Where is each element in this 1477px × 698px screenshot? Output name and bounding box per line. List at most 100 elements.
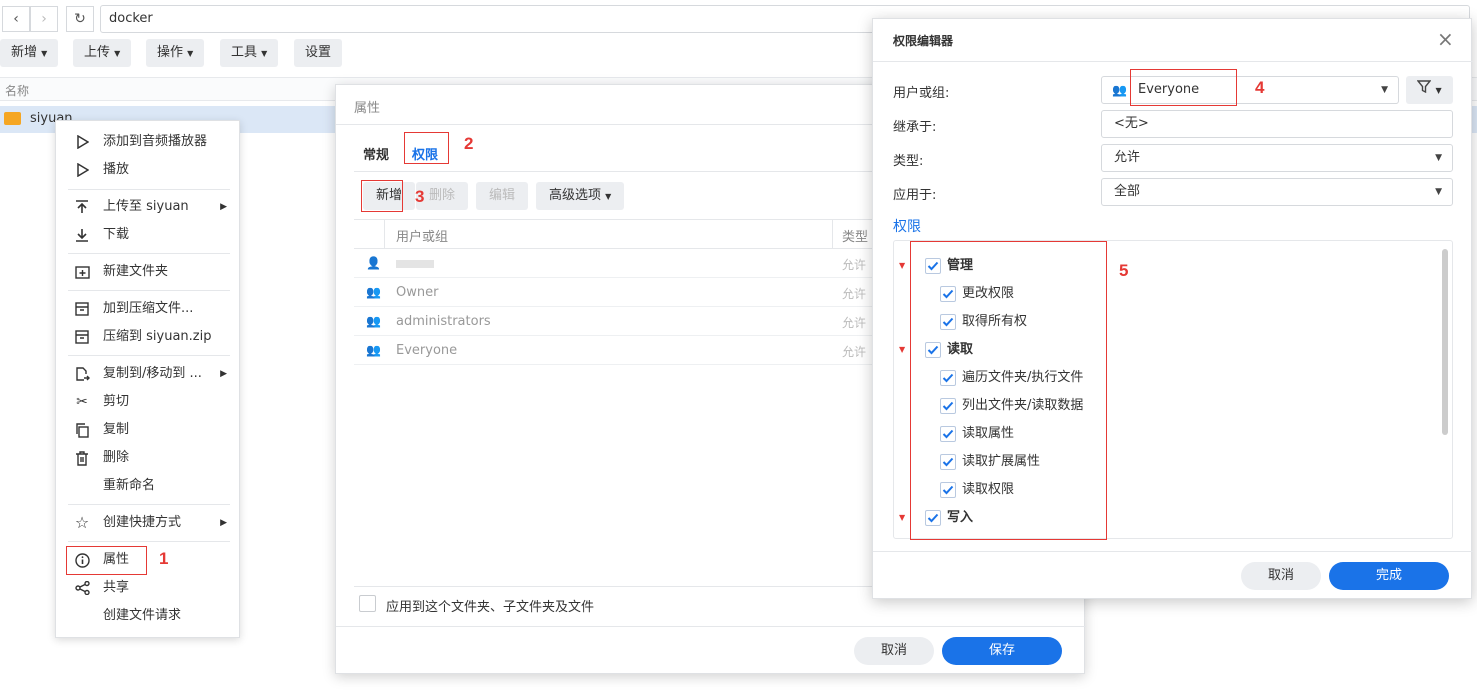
menu-divider xyxy=(68,355,230,356)
cancel-button[interactable]: 取消 xyxy=(1241,562,1321,590)
caret-down-icon: ▼ xyxy=(261,49,268,58)
annotation-number-5: 5 xyxy=(1119,261,1129,280)
menu-item-copy-move[interactable]: 复制到/移动到 ... ▶ xyxy=(56,361,241,387)
name-column-header[interactable]: 名称 xyxy=(5,82,29,99)
menu-item-add-audio[interactable]: 添加到音频播放器 xyxy=(56,129,241,155)
chevron-left-icon: ‹ xyxy=(13,11,19,27)
row-type: 允许 xyxy=(842,316,867,330)
folder-icon xyxy=(4,112,21,125)
apply-to-value: 全部 xyxy=(1114,184,1141,199)
row-type: 允许 xyxy=(842,258,867,272)
menu-label: 删除 xyxy=(103,450,130,465)
copy-icon xyxy=(74,422,90,438)
group-icon: 👥 xyxy=(366,314,381,328)
menu-label: 添加到音频播放器 xyxy=(103,134,208,149)
tools-button[interactable]: 工具 ▼ xyxy=(220,39,279,67)
type-value: 允许 xyxy=(1114,150,1141,165)
type-label: 类型: xyxy=(893,154,924,169)
menu-item-share[interactable]: 共享 xyxy=(56,575,241,601)
copy-move-icon xyxy=(74,366,90,382)
expand-triangle-icon[interactable]: ▼ xyxy=(899,255,905,277)
done-button[interactable]: 完成 xyxy=(1329,562,1449,590)
cancel-button[interactable]: 取消 xyxy=(854,637,934,665)
row-name: Everyone xyxy=(396,343,458,358)
settings-button[interactable]: 设置 xyxy=(294,39,343,67)
button-bar-divider xyxy=(336,626,1086,627)
apply-to-select[interactable]: 全部 ▼ xyxy=(1101,178,1453,206)
expand-triangle-icon[interactable]: ▼ xyxy=(899,339,905,361)
edit-permission-button[interactable]: 编辑 xyxy=(476,182,529,210)
type-select[interactable]: 允许 ▼ xyxy=(1101,144,1453,172)
submenu-arrow-icon: ▶ xyxy=(220,369,227,379)
caret-down-icon: ▼ xyxy=(1381,85,1388,95)
permission-section-title: 权限 xyxy=(893,219,921,235)
archive-icon xyxy=(74,301,90,317)
menu-item-cut[interactable]: ✂ 剪切 xyxy=(56,389,241,415)
menu-item-download[interactable]: 下载 xyxy=(56,222,241,248)
menu-item-delete[interactable]: 删除 xyxy=(56,445,241,471)
caret-down-icon: ▼ xyxy=(114,49,121,58)
forward-button[interactable]: › xyxy=(30,6,58,32)
scissors-icon: ✂ xyxy=(76,394,88,410)
caret-down-icon: ▼ xyxy=(1435,153,1442,163)
caret-down-icon: ▼ xyxy=(1435,187,1442,197)
menu-divider xyxy=(68,253,230,254)
menu-label: 新建文件夹 xyxy=(103,264,169,279)
menu-label: 复制到/移动到 ... xyxy=(103,366,202,381)
menu-item-shortcut[interactable]: ☆ 创建快捷方式 ▶ xyxy=(56,510,241,536)
menu-label: 共享 xyxy=(103,580,130,595)
annotation-box-3 xyxy=(361,180,403,212)
menu-label: 上传至 siyuan xyxy=(103,199,189,214)
save-button[interactable]: 保存 xyxy=(942,637,1062,665)
menu-item-compress-zip[interactable]: 压缩到 siyuan.zip xyxy=(56,324,241,350)
menu-item-new-folder[interactable]: 新建文件夹 xyxy=(56,259,241,285)
menu-label: 播放 xyxy=(103,162,130,177)
user-group-column-header[interactable]: 用户或组 xyxy=(396,226,448,245)
play-outline-icon xyxy=(74,162,90,178)
scrollbar-thumb[interactable] xyxy=(1442,249,1448,435)
filter-icon xyxy=(1416,80,1432,97)
menu-item-play[interactable]: 播放 xyxy=(56,157,241,183)
new-folder-icon xyxy=(74,264,90,280)
group-icon: 👥 xyxy=(366,343,381,357)
annotation-box-1 xyxy=(66,546,147,575)
dialog-title: 属性 xyxy=(354,101,381,116)
menu-item-add-archive[interactable]: 加到压缩文件... xyxy=(56,296,241,322)
column-divider xyxy=(384,220,385,248)
inherit-field: <无> xyxy=(1101,110,1453,138)
type-column-header[interactable]: 类型 xyxy=(842,226,868,245)
button-bar-divider xyxy=(873,551,1473,552)
menu-item-rename[interactable]: 重新命名 xyxy=(56,473,241,499)
caret-down-icon: ▼ xyxy=(605,192,612,201)
close-icon[interactable]: × xyxy=(1437,27,1454,51)
refresh-button[interactable]: ↻ xyxy=(66,6,94,32)
upload-button[interactable]: 上传 ▼ xyxy=(73,39,132,67)
menu-item-copy[interactable]: 复制 xyxy=(56,417,241,443)
settings-label: 设置 xyxy=(305,45,332,60)
submenu-arrow-icon: ▶ xyxy=(220,518,227,528)
apply-recursive-label: 应用到这个文件夹、子文件夹及文件 xyxy=(386,600,595,615)
filter-button[interactable]: ▼ xyxy=(1406,76,1453,104)
trash-icon xyxy=(74,450,90,466)
expand-triangle-icon[interactable]: ▼ xyxy=(899,507,905,529)
redacted-name xyxy=(396,260,434,268)
create-button[interactable]: 新增 ▼ xyxy=(0,39,59,67)
annotation-box-2 xyxy=(404,132,449,164)
menu-label: 压缩到 siyuan.zip xyxy=(103,329,212,344)
advanced-label: 高级选项 xyxy=(549,188,602,203)
apply-recursive-checkbox[interactable] xyxy=(359,595,376,612)
menu-divider xyxy=(68,290,230,291)
action-button[interactable]: 操作 ▼ xyxy=(146,39,205,67)
inherit-label: 继承于: xyxy=(893,120,937,135)
tab-general[interactable]: 常规 xyxy=(363,144,389,163)
menu-item-file-request[interactable]: 创建文件请求 xyxy=(56,603,241,629)
menu-item-upload-to[interactable]: 上传至 siyuan ▶ xyxy=(56,194,241,220)
menu-divider xyxy=(68,189,230,190)
group-icon: 👥 xyxy=(1112,83,1127,97)
advanced-options-button[interactable]: 高级选项 ▼ xyxy=(536,182,625,210)
menu-divider xyxy=(68,504,230,505)
back-button[interactable]: ‹ xyxy=(2,6,30,32)
action-label: 操作 xyxy=(157,45,184,60)
row-type: 允许 xyxy=(842,345,867,359)
menu-label: 创建文件请求 xyxy=(103,608,182,623)
